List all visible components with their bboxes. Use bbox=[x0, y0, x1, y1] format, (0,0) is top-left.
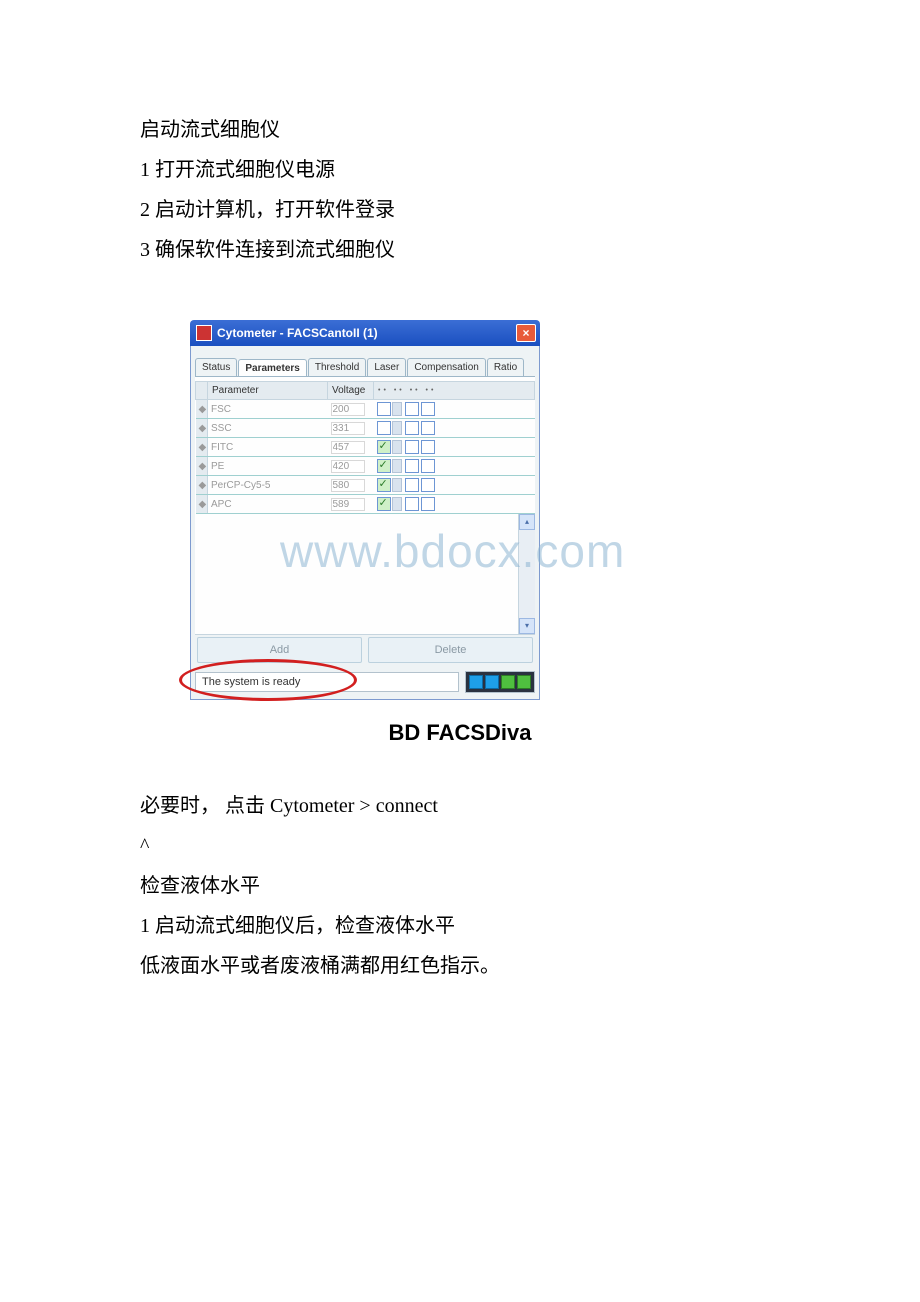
flag-checkbox[interactable] bbox=[405, 459, 419, 473]
log-checkbox[interactable] bbox=[377, 402, 391, 416]
voltage-input[interactable] bbox=[331, 498, 365, 511]
flag-checkbox[interactable] bbox=[405, 478, 419, 492]
scroll-down-icon[interactable]: ▾ bbox=[519, 618, 535, 634]
col-voltage: Voltage bbox=[328, 382, 374, 400]
doc-line: 2 启动计算机，打开软件登录 bbox=[140, 190, 780, 230]
param-flags bbox=[374, 457, 535, 476]
delete-button[interactable]: Delete bbox=[368, 637, 533, 663]
flag-dropdown-icon[interactable] bbox=[392, 440, 402, 454]
flag-dropdown-icon[interactable] bbox=[392, 402, 402, 416]
flag-checkbox[interactable] bbox=[421, 478, 435, 492]
flag-checkbox[interactable] bbox=[405, 440, 419, 454]
flag-dropdown-icon[interactable] bbox=[392, 421, 402, 435]
tab-strip: Status Parameters Threshold Laser Compen… bbox=[191, 346, 539, 376]
led-strip bbox=[465, 671, 535, 693]
doc-line: 低液面水平或者废液桶满都用红色指示。 bbox=[140, 946, 780, 986]
row-handle-icon[interactable]: ◆ bbox=[196, 438, 208, 457]
param-flags bbox=[374, 438, 535, 457]
voltage-input[interactable] bbox=[331, 403, 365, 416]
table-row[interactable]: ◆SSC bbox=[196, 419, 535, 438]
param-flags bbox=[374, 476, 535, 495]
window-titlebar[interactable]: Cytometer - FACSCantoII (1) × bbox=[190, 320, 540, 346]
log-checkbox[interactable] bbox=[377, 497, 391, 511]
table-row[interactable]: ◆PerCP-Cy5-5 bbox=[196, 476, 535, 495]
app-icon bbox=[196, 325, 212, 341]
flag-checkbox[interactable] bbox=[421, 421, 435, 435]
doc-line: 1 启动流式细胞仪后，检查液体水平 bbox=[140, 906, 780, 946]
parameters-panel: Parameter Voltage •• •• •• •• ◆FSC◆SSC◆F… bbox=[195, 376, 535, 635]
row-handle-icon[interactable]: ◆ bbox=[196, 495, 208, 514]
param-name: PE bbox=[208, 457, 328, 476]
voltage-input[interactable] bbox=[331, 422, 365, 435]
flag-dropdown-icon[interactable] bbox=[392, 459, 402, 473]
cytometer-window: Cytometer - FACSCantoII (1) × Status Par… bbox=[190, 320, 540, 700]
status-led bbox=[501, 675, 515, 689]
flag-dropdown-icon[interactable] bbox=[392, 497, 402, 511]
log-checkbox[interactable] bbox=[377, 440, 391, 454]
status-led bbox=[517, 675, 531, 689]
figure-caption: BD FACSDiva bbox=[140, 720, 780, 746]
add-button[interactable]: Add bbox=[197, 637, 362, 663]
col-parameter: Parameter bbox=[208, 382, 328, 400]
tab-compensation[interactable]: Compensation bbox=[407, 358, 485, 376]
log-checkbox[interactable] bbox=[377, 421, 391, 435]
param-name: PerCP-Cy5-5 bbox=[208, 476, 328, 495]
row-handle-icon[interactable]: ◆ bbox=[196, 476, 208, 495]
table-row[interactable]: ◆APC bbox=[196, 495, 535, 514]
doc-line: 1 打开流式细胞仪电源 bbox=[140, 150, 780, 190]
tab-ratio[interactable]: Ratio bbox=[487, 358, 524, 376]
table-row[interactable]: ◆FSC bbox=[196, 400, 535, 419]
parameter-table: Parameter Voltage •• •• •• •• ◆FSC◆SSC◆F… bbox=[195, 381, 535, 514]
scrollbar[interactable]: ▴ ▾ bbox=[518, 514, 535, 634]
log-checkbox[interactable] bbox=[377, 478, 391, 492]
flag-dropdown-icon[interactable] bbox=[392, 478, 402, 492]
voltage-input[interactable] bbox=[331, 460, 365, 473]
voltage-input[interactable] bbox=[331, 441, 365, 454]
status-led bbox=[469, 675, 483, 689]
row-handle-icon[interactable]: ◆ bbox=[196, 457, 208, 476]
param-name: FITC bbox=[208, 438, 328, 457]
tab-parameters[interactable]: Parameters bbox=[238, 359, 306, 376]
param-name: SSC bbox=[208, 419, 328, 438]
table-row[interactable]: ◆PE bbox=[196, 457, 535, 476]
doc-line: 启动流式细胞仪 bbox=[140, 110, 780, 150]
flag-checkbox[interactable] bbox=[405, 421, 419, 435]
doc-line: 3 确保软件连接到流式细胞仪 bbox=[140, 230, 780, 270]
voltage-input[interactable] bbox=[331, 479, 365, 492]
log-checkbox[interactable] bbox=[377, 459, 391, 473]
status-text: The system is ready bbox=[195, 672, 459, 692]
param-flags bbox=[374, 419, 535, 438]
flag-checkbox[interactable] bbox=[405, 402, 419, 416]
tab-status[interactable]: Status bbox=[195, 358, 237, 376]
flag-checkbox[interactable] bbox=[421, 440, 435, 454]
doc-line: 必要时， 点击 Cytometer > connect bbox=[140, 786, 780, 826]
flag-checkbox[interactable] bbox=[421, 497, 435, 511]
flag-checkbox[interactable] bbox=[421, 459, 435, 473]
col-flags: •• •• •• •• bbox=[374, 382, 535, 400]
scroll-up-icon[interactable]: ▴ bbox=[519, 514, 535, 530]
tab-threshold[interactable]: Threshold bbox=[308, 358, 366, 376]
status-led bbox=[485, 675, 499, 689]
row-handle-icon[interactable]: ◆ bbox=[196, 419, 208, 438]
close-icon[interactable]: × bbox=[516, 324, 536, 342]
tab-laser[interactable]: Laser bbox=[367, 358, 406, 376]
row-handle-icon[interactable]: ◆ bbox=[196, 400, 208, 419]
param-name: FSC bbox=[208, 400, 328, 419]
param-flags bbox=[374, 400, 535, 419]
param-flags bbox=[374, 495, 535, 514]
flag-checkbox[interactable] bbox=[421, 402, 435, 416]
table-empty-area: ▴ ▾ bbox=[195, 514, 535, 635]
table-row[interactable]: ◆FITC bbox=[196, 438, 535, 457]
doc-line: ^ bbox=[140, 826, 780, 866]
window-title: Cytometer - FACSCantoII (1) bbox=[217, 326, 378, 340]
flag-checkbox[interactable] bbox=[405, 497, 419, 511]
doc-line: 检查液体水平 bbox=[140, 866, 780, 906]
param-name: APC bbox=[208, 495, 328, 514]
